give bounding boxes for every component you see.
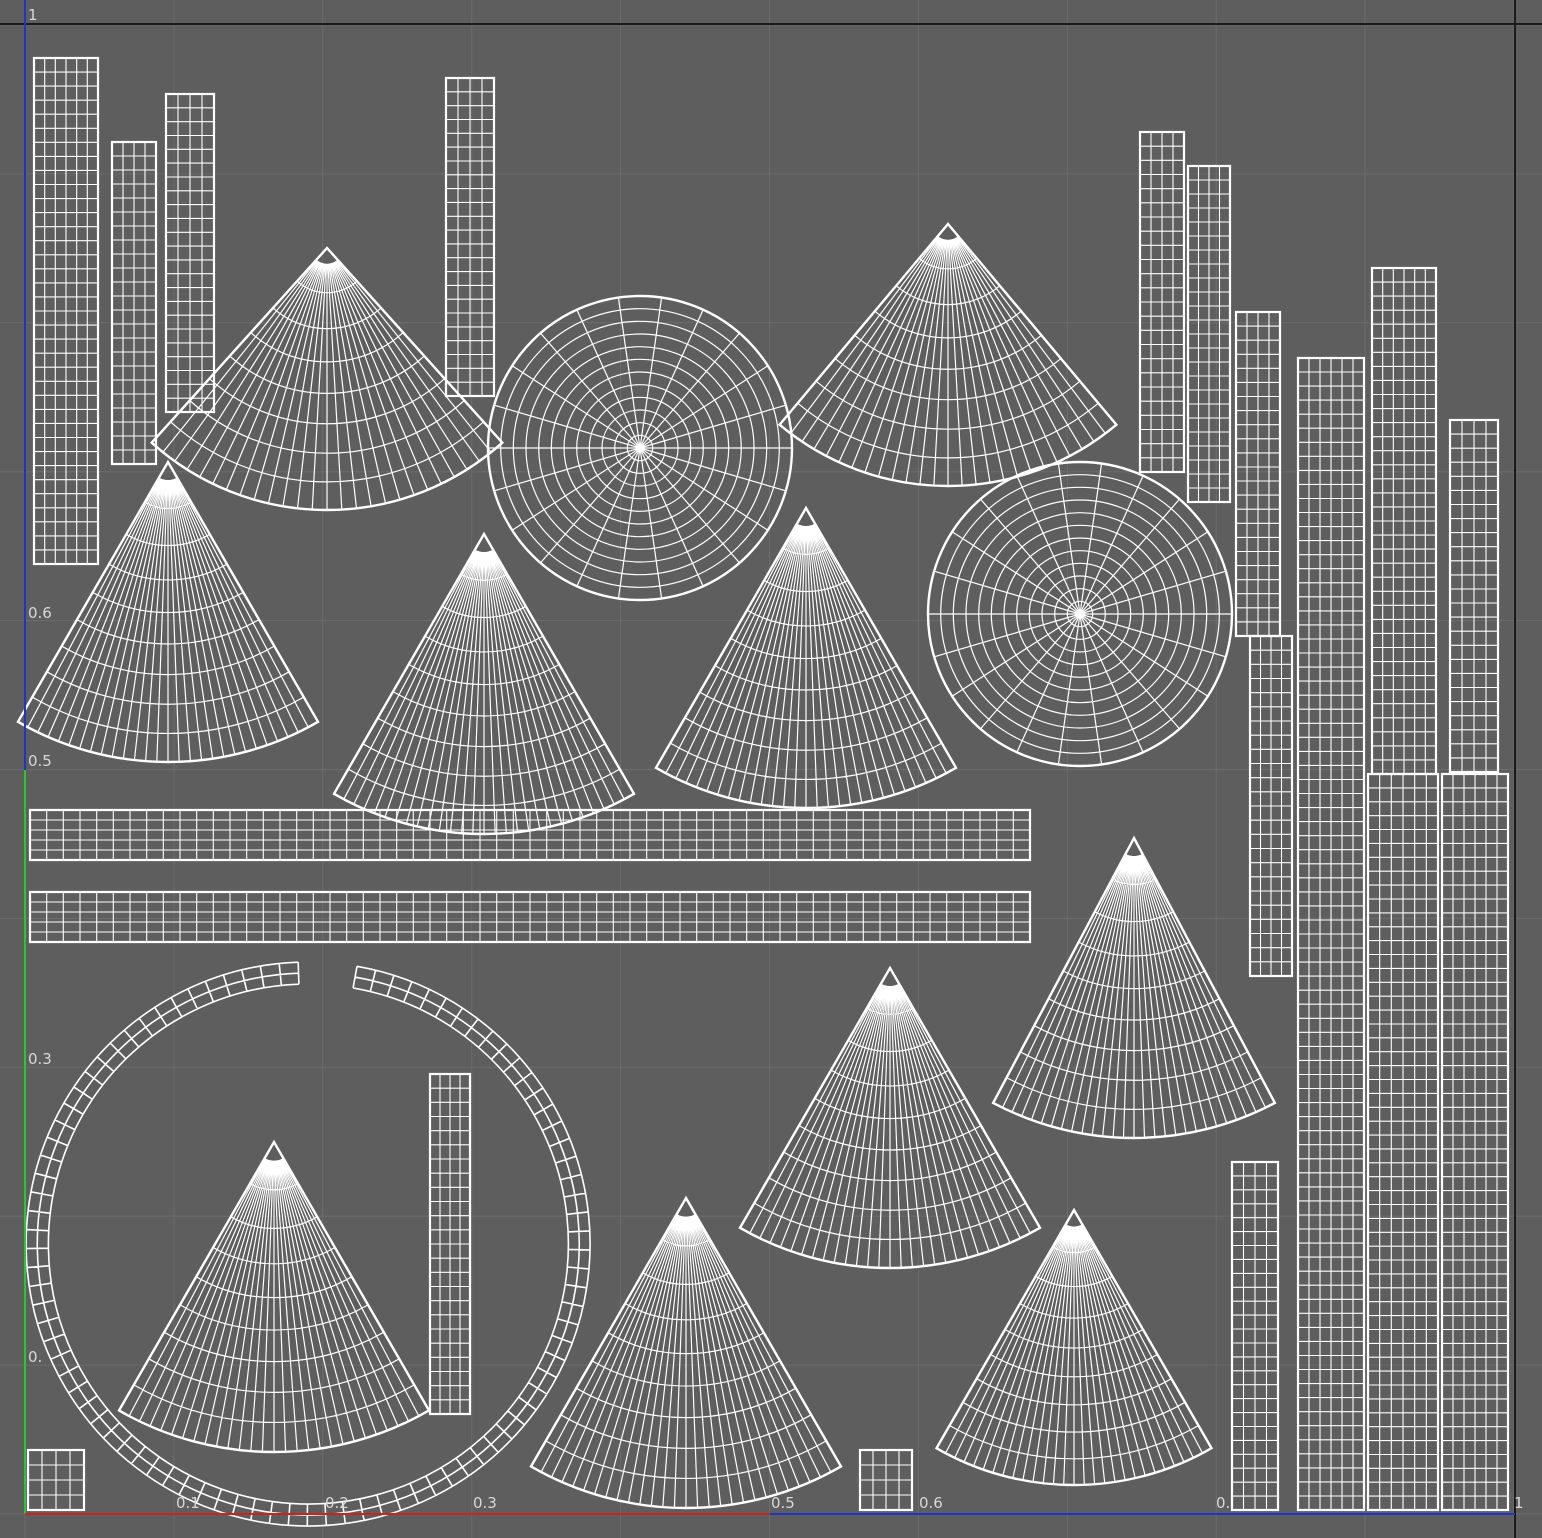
- uv-editor-viewport[interactable]: 1 0.6 0.5 0.3 0. 0.1 0.2 0.3 0.5 0.6 0. …: [0, 0, 1542, 1538]
- v-tick-0-6: 0.6: [28, 604, 52, 622]
- uv-canvas[interactable]: 1 0.6 0.5 0.3 0. 0.1 0.2 0.3 0.5 0.6 0. …: [0, 0, 1542, 1538]
- u-tick-0-5: 0.5: [771, 1494, 795, 1512]
- u-tick-1: 1: [1514, 1494, 1524, 1512]
- u-tick-0-3: 0.3: [473, 1494, 497, 1512]
- strip-island-2[interactable]: [28, 890, 1032, 944]
- v-tick-0-5: 0.5: [28, 752, 52, 770]
- v-tick-0-3: 0.3: [28, 1050, 52, 1068]
- u-tick-0-2: 0.2: [325, 1494, 349, 1512]
- v-tick-0-1: 0.: [28, 1348, 42, 1366]
- u-tick-0-9: 0.: [1216, 1494, 1230, 1512]
- v-tick-1: 1: [28, 6, 38, 24]
- u-tick-0-1: 0.1: [176, 1494, 200, 1512]
- strip-island-1[interactable]: [28, 808, 1032, 862]
- u-tick-0-6: 0.6: [919, 1494, 943, 1512]
